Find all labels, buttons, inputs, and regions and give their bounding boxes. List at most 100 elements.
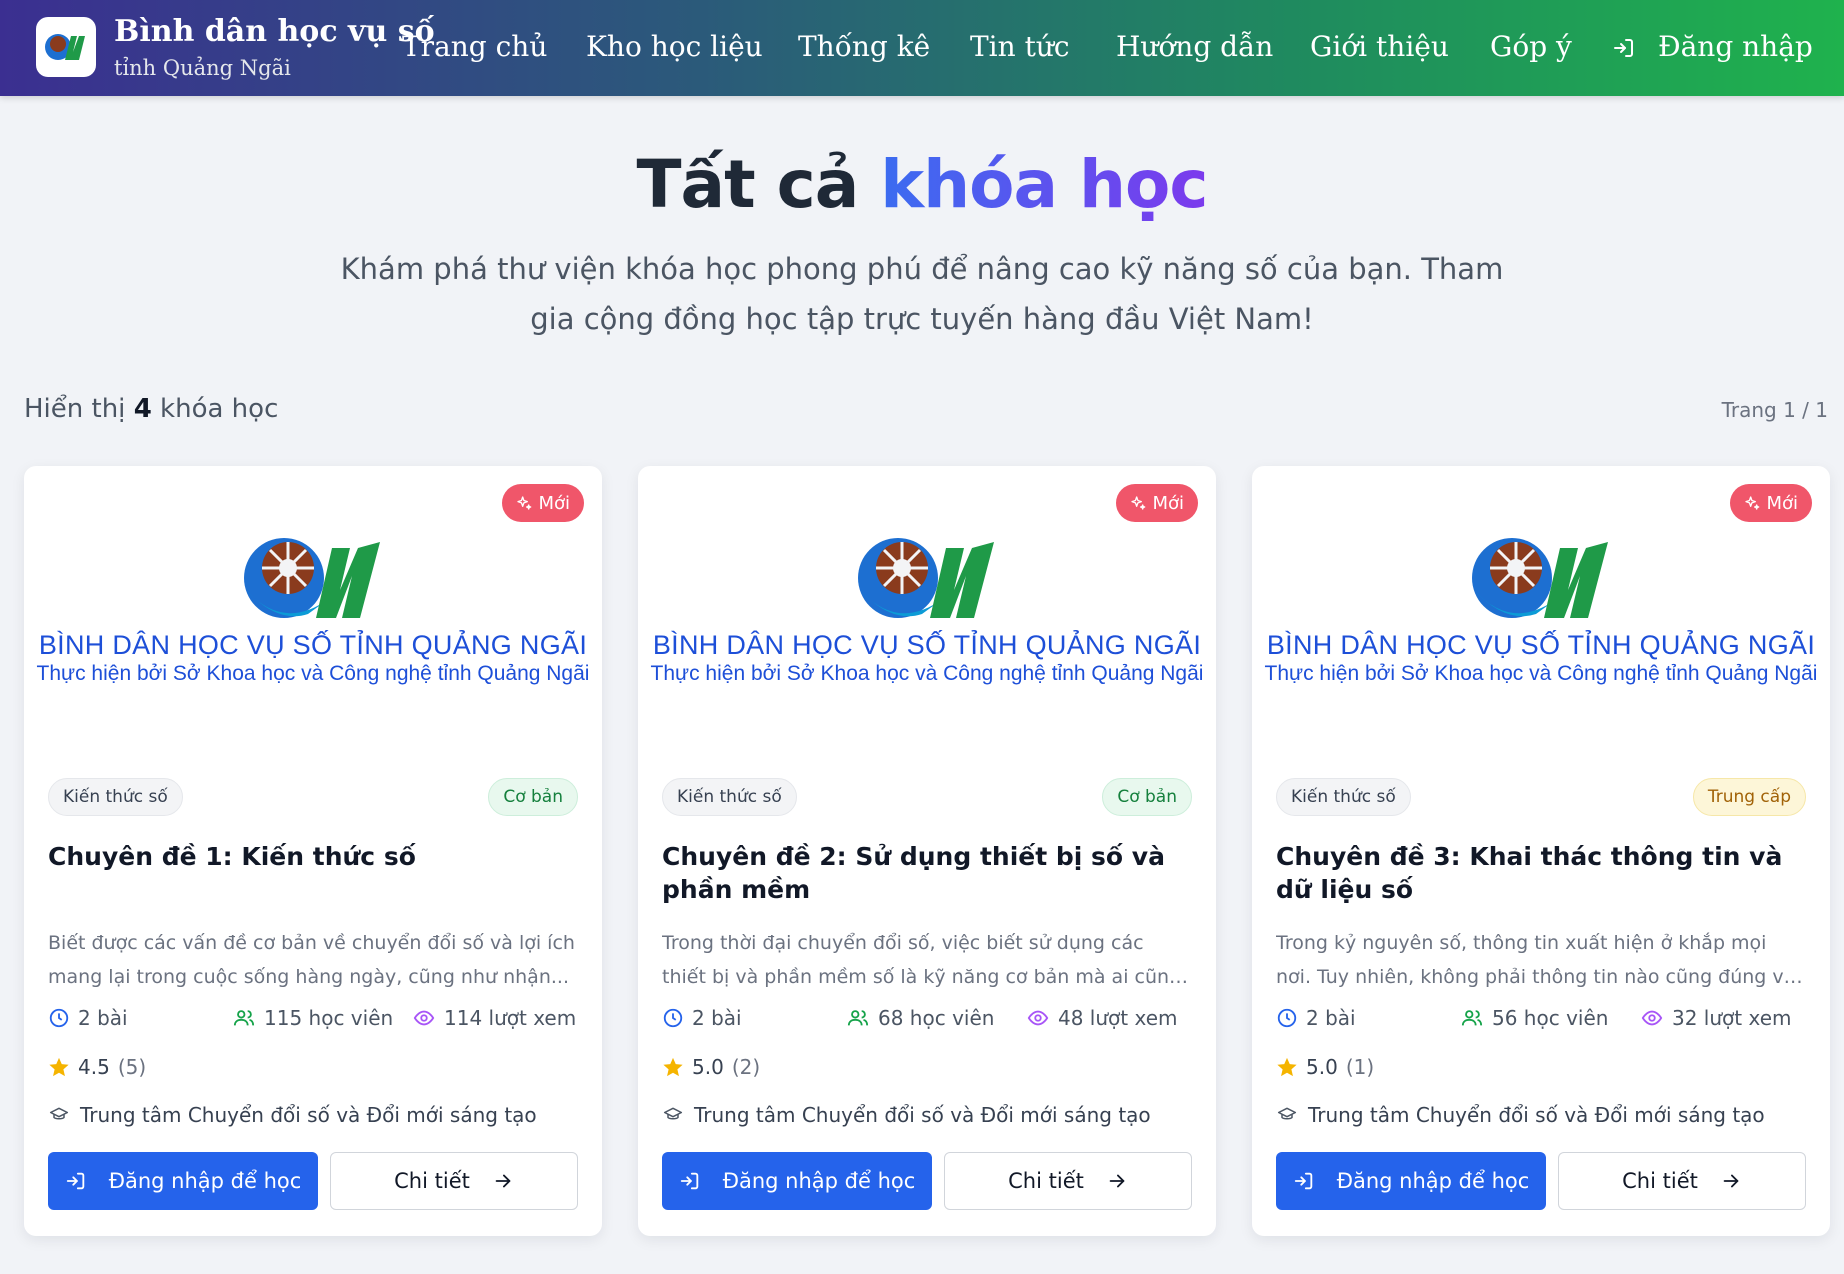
nav-item-about[interactable]: Giới thiệu xyxy=(1310,30,1449,63)
category-tag: Kiến thức số xyxy=(662,778,797,816)
login-icon xyxy=(1294,1172,1312,1190)
course-card: Mới BÌNH DÂN HỌC VỤ SỐ TỈNH QUẢNG NGÃI T… xyxy=(1252,466,1830,1236)
login-to-learn-button[interactable]: Đăng nhập để học xyxy=(1276,1152,1546,1210)
lessons-count: 2 bài xyxy=(78,1006,128,1030)
detail-label: Chi tiết xyxy=(1622,1169,1698,1193)
login-icon xyxy=(680,1172,698,1190)
star-icon xyxy=(1277,1057,1297,1077)
banner-subtitle: Thực hiện bởi Sở Khoa học và Công nghệ t… xyxy=(650,662,1204,685)
course-description: Biết được các vấn đề cơ bản về chuyển đổ… xyxy=(48,932,575,988)
organization-name: Trung tâm Chuyển đổi số và Đổi mới sáng … xyxy=(1308,1103,1765,1127)
arrow-right-icon xyxy=(495,1174,511,1188)
students-count: 56 học viên xyxy=(1492,1006,1609,1030)
nav-item-statistics[interactable]: Thống kê xyxy=(798,30,930,63)
login-to-learn-button[interactable]: Đăng nhập để học xyxy=(662,1152,932,1210)
nav-item-home[interactable]: Trang chủ xyxy=(402,30,547,63)
course-banner-logo xyxy=(238,532,388,626)
views-count: 48 lượt xem xyxy=(1058,1006,1178,1030)
students-meta: 68 học viên xyxy=(846,1006,994,1030)
login-to-learn-label: Đăng nhập để học xyxy=(108,1169,302,1193)
page-title: Tất cả khóa học xyxy=(0,146,1844,223)
rating: 5.0 (1) xyxy=(1276,1055,1374,1079)
banner-subtitle: Thực hiện bởi Sở Khoa học và Công nghệ t… xyxy=(36,662,590,685)
rating-count: (1) xyxy=(1345,1055,1375,1079)
users-icon xyxy=(1461,1010,1483,1026)
banner-title: BÌNH DÂN HỌC VỤ SỐ TỈNH QUẢNG NGÃI xyxy=(652,630,1202,660)
rating-value: 5.0 xyxy=(692,1055,724,1079)
graduation-cap-icon xyxy=(663,1107,683,1120)
views-meta: 32 lượt xem xyxy=(1640,1006,1791,1030)
users-icon xyxy=(847,1010,869,1026)
lessons-count: 2 bài xyxy=(1306,1006,1356,1030)
nav-item-library[interactable]: Kho học liệu xyxy=(586,30,763,63)
new-badge: Mới xyxy=(1116,484,1198,522)
views-count: 114 lượt xem xyxy=(444,1006,577,1030)
course-description: Trong kỷ nguyên số, thông tin xuất hiện … xyxy=(1276,932,1796,988)
students-count: 115 học viên xyxy=(264,1006,394,1030)
rating-count: (5) xyxy=(117,1055,147,1079)
page-title-plain: Tất cả xyxy=(636,146,860,223)
clock-icon xyxy=(1277,1008,1297,1028)
sparkles-icon xyxy=(1745,496,1760,510)
detail-button[interactable]: Chi tiết xyxy=(1558,1152,1806,1210)
level-tag: Cơ bản xyxy=(1102,778,1192,816)
lessons-meta: 2 bài xyxy=(662,1006,742,1030)
rating-count: (2) xyxy=(731,1055,761,1079)
organization: Trung tâm Chuyển đổi số và Đổi mới sáng … xyxy=(662,1103,1151,1127)
rating-value: 5.0 xyxy=(1306,1055,1338,1079)
banner-subtitle: Thực hiện bởi Sở Khoa học và Công nghệ t… xyxy=(1264,662,1818,685)
course-title[interactable]: Chuyên đề 2: Sử dụng thiết bị số và phần… xyxy=(662,840,1192,906)
banner-title: BÌNH DÂN HỌC VỤ SỐ TỈNH QUẢNG NGÃI xyxy=(1266,630,1816,660)
course-card: Mới BÌNH DÂN HỌC VỤ SỐ TỈNH QUẢNG NGÃI T… xyxy=(24,466,602,1236)
result-count: Hiển thị 4 khóa học xyxy=(24,394,279,424)
lessons-meta: 2 bài xyxy=(48,1006,128,1030)
brand-subtitle: tỉnh Quảng Ngãi xyxy=(114,56,291,80)
views-meta: 114 lượt xem xyxy=(412,1006,576,1030)
login-icon xyxy=(66,1172,84,1190)
new-badge-label: Mới xyxy=(1152,492,1184,514)
organization-name: Trung tâm Chuyển đổi số và Đổi mới sáng … xyxy=(80,1103,537,1127)
arrow-right-icon xyxy=(1109,1174,1125,1188)
new-badge: Mới xyxy=(1730,484,1812,522)
rating-value: 4.5 xyxy=(78,1055,110,1079)
rating: 5.0 (2) xyxy=(662,1055,760,1079)
login-icon[interactable] xyxy=(1612,36,1636,64)
arrow-right-icon xyxy=(1723,1174,1739,1188)
page-description: Khám phá thư viện khóa học phong phú để … xyxy=(340,252,1504,336)
top-navbar: Bình dân học vụ số tỉnh Quảng Ngãi Trang… xyxy=(0,0,1844,96)
new-badge: Mới xyxy=(502,484,584,522)
detail-button[interactable]: Chi tiết xyxy=(330,1152,578,1210)
result-count-number: 4 xyxy=(133,394,152,424)
level-tag: Trung cấp xyxy=(1692,778,1806,816)
login-to-learn-label: Đăng nhập để học xyxy=(1336,1169,1530,1193)
nav-item-guide[interactable]: Hướng dẫn xyxy=(1116,30,1273,63)
detail-button[interactable]: Chi tiết xyxy=(944,1152,1192,1210)
star-icon xyxy=(663,1057,683,1077)
course-banner-logo xyxy=(1466,532,1616,626)
category-tag: Kiến thức số xyxy=(48,778,183,816)
clock-icon xyxy=(49,1008,69,1028)
nav-item-feedback[interactable]: Góp ý xyxy=(1490,30,1572,63)
eye-icon xyxy=(413,1010,435,1026)
brand-title[interactable]: Bình dân học vụ số xyxy=(114,14,435,49)
course-title[interactable]: Chuyên đề 1: Kiến thức số xyxy=(48,840,578,873)
course-description: Trong thời đại chuyển đổi số, việc biết … xyxy=(662,932,1182,988)
detail-label: Chi tiết xyxy=(1008,1169,1084,1193)
students-meta: 56 học viên xyxy=(1460,1006,1608,1030)
rating: 4.5 (5) xyxy=(48,1055,146,1079)
organization: Trung tâm Chuyển đổi số và Đổi mới sáng … xyxy=(48,1103,537,1127)
ql-logo-icon[interactable] xyxy=(36,17,96,77)
nav-login-link[interactable]: Đăng nhập xyxy=(1658,30,1813,63)
course-title[interactable]: Chuyên đề 3: Khai thác thông tin và dữ l… xyxy=(1276,840,1806,906)
views-count: 32 lượt xem xyxy=(1672,1006,1792,1030)
login-to-learn-button[interactable]: Đăng nhập để học xyxy=(48,1152,318,1210)
sparkles-icon xyxy=(517,496,532,510)
level-tag: Cơ bản xyxy=(488,778,578,816)
nav-item-news[interactable]: Tin tức xyxy=(970,30,1070,63)
eye-icon xyxy=(1027,1010,1049,1026)
clock-icon xyxy=(663,1008,683,1028)
lessons-count: 2 bài xyxy=(692,1006,742,1030)
login-to-learn-label: Đăng nhập để học xyxy=(722,1169,916,1193)
graduation-cap-icon xyxy=(1277,1107,1297,1120)
category-tag: Kiến thức số xyxy=(1276,778,1411,816)
